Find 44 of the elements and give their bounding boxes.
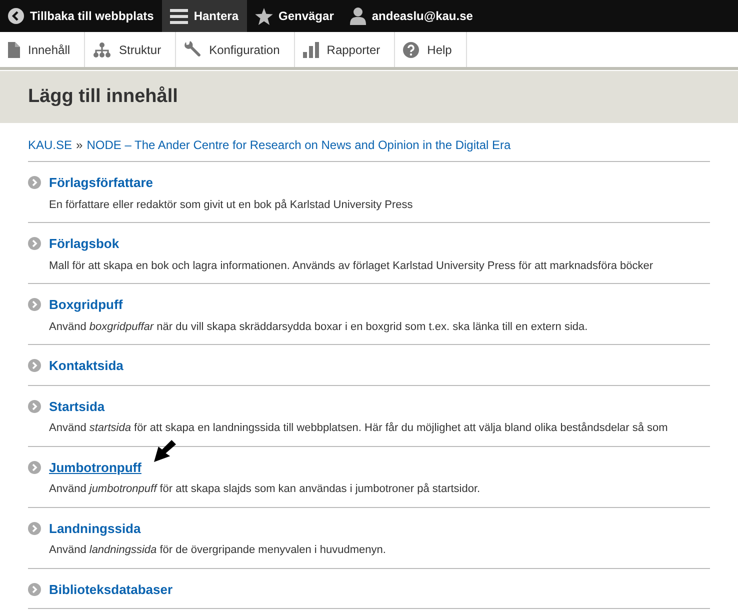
toolbar-tab[interactable]: Hantera bbox=[162, 0, 246, 32]
chevron-circle-icon bbox=[28, 460, 41, 474]
content-type-link[interactable]: Boxgridpuff bbox=[49, 295, 123, 314]
breadcrumb-link[interactable]: KAU.SE bbox=[28, 136, 72, 154]
content-type-link[interactable]: Startsida bbox=[49, 396, 105, 416]
chevron-circle-icon bbox=[28, 298, 41, 312]
breadcrumb-separator: » bbox=[76, 137, 83, 154]
chevron-circle-icon bbox=[28, 237, 41, 250]
content-type-description: Mall för att skapa en bok och lagra informationen. Används av förlaget Karlstad University Press för att marknadsföra böcker bbox=[49, 258, 654, 274]
tray-link[interactable]: Rapporter bbox=[294, 32, 396, 67]
star-icon bbox=[254, 8, 272, 24]
content-type-description: En författare eller redaktör som givit ut en bok på Karlstad University Press bbox=[49, 198, 414, 212]
content-type-link[interactable]: Förlagsbok bbox=[49, 234, 120, 254]
content-type-link[interactable]: Kontaktsida bbox=[49, 356, 124, 376]
chevron-circle-icon bbox=[28, 522, 41, 535]
content-type-description: Använd jumbotronpuff för att skapa slajds som kan användas i jumbotroner på startsidor. bbox=[49, 482, 482, 497]
content-type-link[interactable]: Biblioteksdatabaser bbox=[49, 580, 173, 599]
tray-link[interactable]: Struktur bbox=[85, 32, 176, 67]
menu-icon bbox=[170, 8, 188, 24]
chevron-circle-icon bbox=[28, 359, 41, 372]
user-icon bbox=[350, 7, 366, 25]
chevron-circle-icon bbox=[28, 582, 41, 596]
content-type-description: Använd startsida för att skapa en landningssida till webbplatsen. Här får du möjlighet att välja bland olika beståndsdelar så som bbox=[49, 421, 669, 436]
chevron-circle-icon bbox=[28, 176, 41, 190]
bar-chart-icon bbox=[302, 42, 319, 58]
tray-link[interactable]: Konfiguration bbox=[176, 32, 295, 67]
wrench-icon bbox=[184, 41, 202, 58]
back-icon bbox=[8, 8, 24, 24]
content-type-link[interactable]: Förlagsförfattare bbox=[49, 173, 154, 192]
chevron-circle-icon bbox=[28, 400, 41, 413]
tray-link[interactable]: Innehåll bbox=[0, 32, 86, 67]
content-type-link[interactable]: Landningssida bbox=[49, 518, 141, 538]
content-type-description: Använd landningssida för de övergripande menyvalen i huvudmenyn. bbox=[49, 543, 387, 558]
document-icon bbox=[8, 42, 20, 58]
hierarchy-icon bbox=[93, 42, 112, 58]
toolbar-tab[interactable]: Genvägar bbox=[246, 0, 342, 32]
toolbar-tab[interactable]: andeaslu@kau.se bbox=[342, 0, 481, 32]
breadcrumb-link[interactable]: NODE – The Ander Centre for Research on News and Opinion in the Digital Era bbox=[86, 136, 511, 154]
page-title: Lägg till innehåll bbox=[28, 84, 178, 109]
toolbar-tab[interactable]: Tillbaka till webbplats bbox=[0, 0, 162, 32]
content-type-description: Använd boxgridpuffar när du vill skapa skräddarsydda boxar i en boxgrid som t.ex. ska länka till en extern sida. bbox=[49, 320, 589, 334]
tray-link[interactable]: Help bbox=[395, 32, 467, 67]
content-type-link[interactable]: Jumbotronpuff bbox=[49, 458, 142, 477]
help-icon bbox=[403, 42, 420, 58]
